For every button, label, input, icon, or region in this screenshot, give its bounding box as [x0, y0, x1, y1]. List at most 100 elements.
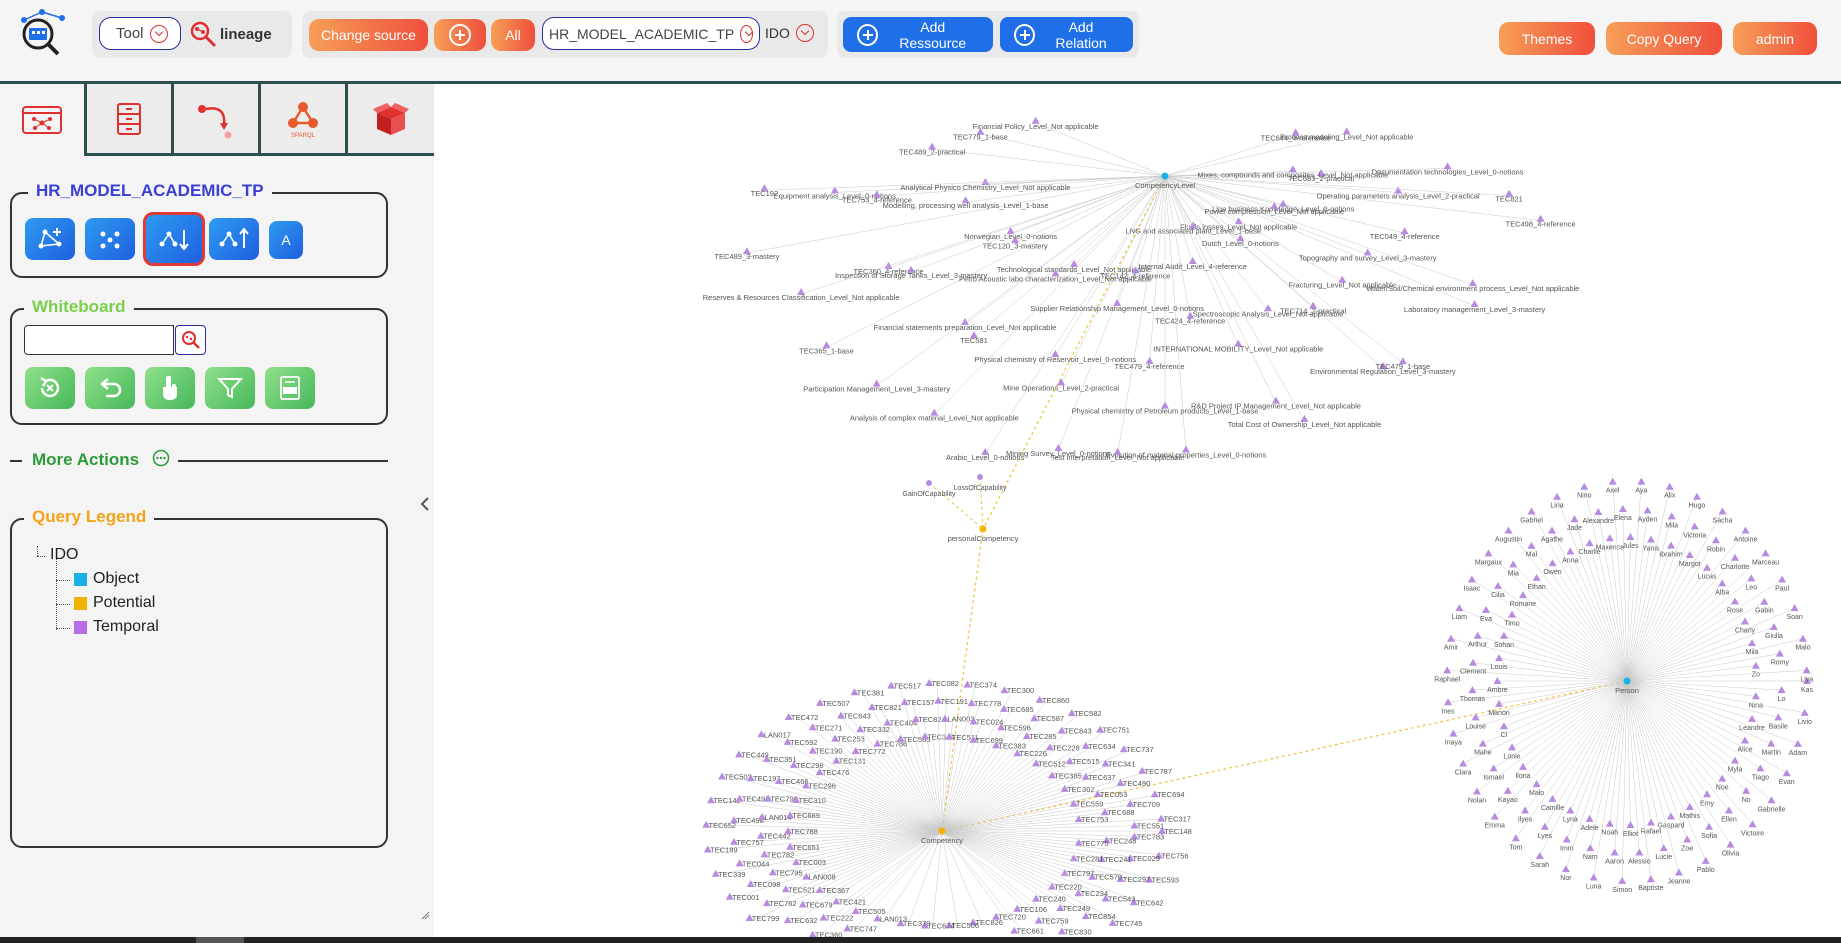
- node[interactable]: [1782, 769, 1791, 777]
- node[interactable]: [1730, 553, 1739, 561]
- node[interactable]: [1489, 764, 1498, 772]
- nodes-button[interactable]: [85, 218, 135, 260]
- node[interactable]: [1589, 873, 1598, 881]
- node[interactable]: [1527, 541, 1536, 549]
- clear-whiteboard-button[interactable]: [25, 367, 75, 409]
- resize-handle-icon[interactable]: [420, 910, 430, 920]
- tab-sparql[interactable]: SPARQL: [261, 84, 348, 156]
- node[interactable]: [1760, 597, 1769, 605]
- node[interactable]: [1647, 535, 1656, 543]
- tab-graph[interactable]: [0, 84, 87, 156]
- node[interactable]: [1726, 840, 1735, 848]
- graph-canvas[interactable]: Financial Policy_Level_Not applicablePro…: [434, 84, 1841, 937]
- node[interactable]: [1447, 634, 1456, 642]
- expand-up-button[interactable]: [209, 218, 259, 260]
- node[interactable]: [1562, 835, 1571, 843]
- node[interactable]: [1605, 534, 1614, 542]
- node[interactable]: [1626, 820, 1635, 828]
- hub-node[interactable]: [1161, 172, 1169, 180]
- all-button[interactable]: All: [491, 19, 535, 51]
- node[interactable]: [1504, 526, 1513, 534]
- node[interactable]: [1769, 622, 1778, 630]
- node[interactable]: [1646, 875, 1655, 883]
- hub-node[interactable]: [938, 827, 946, 835]
- app-logo-icon[interactable]: [14, 6, 70, 56]
- hub-node[interactable]: [979, 525, 987, 533]
- node[interactable]: [1507, 743, 1516, 751]
- node[interactable]: [1635, 848, 1644, 856]
- node[interactable]: [1499, 631, 1508, 639]
- node[interactable]: [1580, 482, 1589, 490]
- expand-down-button[interactable]: [143, 212, 205, 266]
- node[interactable]: [1741, 736, 1750, 744]
- graph-layout-button[interactable]: [25, 218, 75, 260]
- node[interactable]: [1585, 814, 1594, 822]
- node[interactable]: [1618, 505, 1627, 513]
- admin-button[interactable]: admin: [1733, 22, 1817, 55]
- node[interactable]: [1703, 563, 1712, 571]
- themes-button[interactable]: Themes: [1499, 22, 1595, 55]
- node[interactable]: [926, 480, 932, 486]
- more-actions-section[interactable]: More Actions: [10, 448, 388, 472]
- legend-root[interactable]: IDO: [50, 546, 78, 564]
- node[interactable]: [1666, 812, 1675, 820]
- node[interactable]: [1610, 848, 1619, 856]
- node[interactable]: [1586, 844, 1595, 852]
- node[interactable]: [1637, 477, 1646, 485]
- collapse-panel-button[interactable]: [418, 494, 432, 514]
- undo-button[interactable]: [85, 367, 135, 409]
- node[interactable]: [1748, 714, 1757, 722]
- node[interactable]: [1692, 492, 1701, 500]
- hub-node[interactable]: [1623, 677, 1631, 685]
- node[interactable]: [1473, 631, 1482, 639]
- node[interactable]: [1741, 617, 1750, 625]
- node[interactable]: [1618, 876, 1627, 884]
- node[interactable]: [1767, 796, 1776, 804]
- node[interactable]: [1527, 507, 1536, 515]
- ido-select[interactable]: IDO: [765, 24, 814, 42]
- node[interactable]: [1521, 806, 1530, 814]
- node[interactable]: [1741, 526, 1750, 534]
- node[interactable]: [1793, 739, 1802, 747]
- node[interactable]: [1561, 865, 1570, 873]
- node[interactable]: [1724, 806, 1733, 814]
- node[interactable]: [1718, 579, 1727, 587]
- node[interactable]: [1473, 787, 1482, 795]
- model-select[interactable]: HR_MODEL_ACADEMIC_TP: [542, 17, 760, 50]
- node[interactable]: [1468, 686, 1477, 694]
- node[interactable]: [1467, 575, 1476, 583]
- node[interactable]: [1761, 549, 1770, 557]
- node[interactable]: [1469, 658, 1478, 666]
- node[interactable]: [1703, 790, 1712, 798]
- node[interactable]: [1683, 835, 1692, 843]
- letter-a-button[interactable]: A: [269, 221, 303, 259]
- node[interactable]: [1507, 610, 1516, 618]
- add-source-button[interactable]: [434, 19, 486, 51]
- node[interactable]: [1748, 639, 1757, 647]
- node[interactable]: [1518, 762, 1527, 770]
- node[interactable]: [1585, 539, 1594, 547]
- tab-list[interactable]: [87, 84, 174, 156]
- node[interactable]: [1553, 492, 1562, 500]
- copy-query-button[interactable]: Copy Query: [1606, 22, 1722, 55]
- node[interactable]: [1566, 806, 1575, 814]
- node[interactable]: [1570, 515, 1579, 523]
- node[interactable]: [1626, 533, 1635, 541]
- node[interactable]: [1798, 634, 1807, 642]
- node[interactable]: [1730, 597, 1739, 605]
- node[interactable]: [1594, 507, 1603, 515]
- node[interactable]: [1509, 560, 1518, 568]
- tab-box[interactable]: [348, 84, 434, 156]
- lineage-button[interactable]: lineage: [188, 15, 272, 53]
- node[interactable]: [1747, 574, 1756, 582]
- legend-item-object[interactable]: Object: [74, 570, 139, 588]
- node[interactable]: [1659, 844, 1668, 852]
- change-source-button[interactable]: Change source: [309, 19, 428, 51]
- add-relation-button[interactable]: Add Relation: [1000, 17, 1133, 52]
- node[interactable]: [1503, 786, 1512, 794]
- node[interactable]: [1535, 851, 1544, 859]
- node[interactable]: [1478, 739, 1487, 747]
- node[interactable]: [1674, 868, 1683, 876]
- node[interactable]: [1666, 541, 1675, 549]
- node[interactable]: [1511, 834, 1520, 842]
